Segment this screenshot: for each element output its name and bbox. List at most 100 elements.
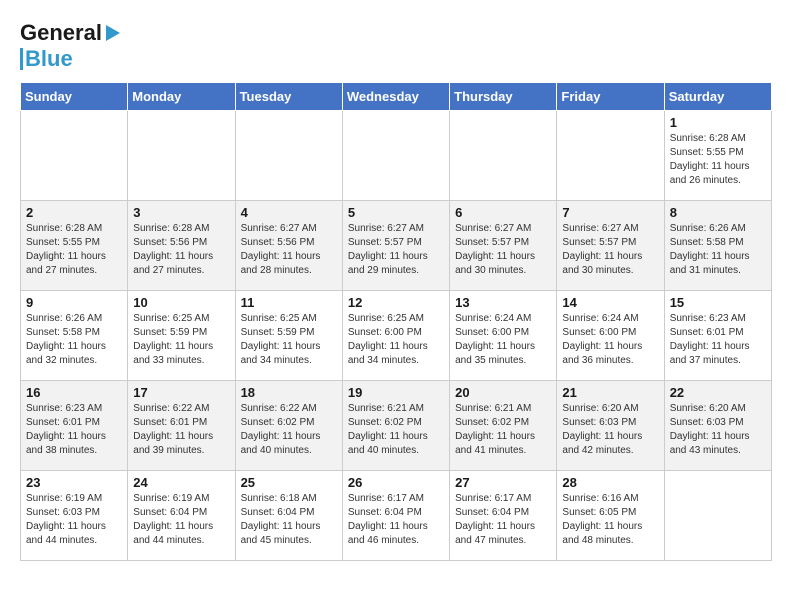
day-number: 1 (670, 115, 766, 130)
day-number: 10 (133, 295, 229, 310)
day-cell: 25Sunrise: 6:18 AM Sunset: 6:04 PM Dayli… (235, 471, 342, 561)
day-info: Sunrise: 6:19 AM Sunset: 6:04 PM Dayligh… (133, 492, 229, 548)
day-cell: 12 Sunrise: 6:25 AM Sunset: 6:00 PM Dayli… (342, 291, 449, 381)
day-cell: 5 Sunrise: 6:27 AM Sunset: 5:57 PM Daylig… (342, 201, 449, 291)
day-number: 8 (670, 205, 766, 220)
day-number: 9 (26, 295, 122, 310)
day-cell: 21Sunrise: 6:20 AM Sunset: 6:03 PM Dayli… (557, 381, 664, 471)
day-number: 6 (455, 205, 551, 220)
header-section: General Blue (20, 20, 772, 72)
day-cell: 8 Sunrise: 6:26 AM Sunset: 5:58 PM Daylig… (664, 201, 771, 291)
calendar-header-row: SundayMondayTuesdayWednesdayThursdayFrid… (21, 83, 772, 111)
day-info: Sunrise: 6:27 AM Sunset: 5:57 PM Dayligh… (348, 222, 444, 278)
day-number: 28 (562, 475, 658, 490)
day-cell: 14 Sunrise: 6:24 AM Sunset: 6:00 PM Dayli… (557, 291, 664, 381)
day-cell: 28 Sunrise: 6:16 AM Sunset: 6:05 PM Dayli… (557, 471, 664, 561)
day-info: Sunrise: 6:17 AM Sunset: 6:04 PM Dayligh… (348, 492, 444, 548)
day-cell: 16 Sunrise: 6:23 AM Sunset: 6:01 PM Dayli… (21, 381, 128, 471)
day-number: 3 (133, 205, 229, 220)
day-number: 11 (241, 295, 337, 310)
day-number: 21 (562, 385, 658, 400)
column-header-tuesday: Tuesday (235, 83, 342, 111)
logo: General Blue (20, 20, 122, 72)
day-number: 15 (670, 295, 766, 310)
logo-general-text: General (20, 20, 102, 46)
day-number: 14 (562, 295, 658, 310)
day-number: 17 (133, 385, 229, 400)
day-cell (342, 111, 449, 201)
week-row-2: 2 Sunrise: 6:28 AM Sunset: 5:55 PM Daylig… (21, 201, 772, 291)
day-cell: 26 Sunrise: 6:17 AM Sunset: 6:04 PM Dayli… (342, 471, 449, 561)
day-cell: 11 Sunrise: 6:25 AM Sunset: 5:59 PM Dayli… (235, 291, 342, 381)
column-header-wednesday: Wednesday (342, 83, 449, 111)
day-cell: 13 Sunrise: 6:24 AM Sunset: 6:00 PM Dayli… (450, 291, 557, 381)
day-info: Sunrise: 6:25 AM Sunset: 6:00 PM Dayligh… (348, 312, 444, 368)
day-cell: 2 Sunrise: 6:28 AM Sunset: 5:55 PM Daylig… (21, 201, 128, 291)
day-number: 16 (26, 385, 122, 400)
day-cell: 23 Sunrise: 6:19 AM Sunset: 6:03 PM Dayli… (21, 471, 128, 561)
day-cell: 17 Sunrise: 6:22 AM Sunset: 6:01 PM Dayli… (128, 381, 235, 471)
day-cell: 27Sunrise: 6:17 AM Sunset: 6:04 PM Dayli… (450, 471, 557, 561)
day-number: 13 (455, 295, 551, 310)
week-row-3: 9 Sunrise: 6:26 AM Sunset: 5:58 PM Daylig… (21, 291, 772, 381)
day-info: Sunrise: 6:23 AM Sunset: 6:01 PM Dayligh… (670, 312, 766, 368)
day-cell (128, 111, 235, 201)
day-cell: 24 Sunrise: 6:19 AM Sunset: 6:04 PM Dayli… (128, 471, 235, 561)
day-info: Sunrise: 6:22 AM Sunset: 6:01 PM Dayligh… (133, 402, 229, 458)
day-info: Sunrise: 6:27 AM Sunset: 5:56 PM Dayligh… (241, 222, 337, 278)
column-header-sunday: Sunday (21, 83, 128, 111)
day-info: Sunrise: 6:25 AM Sunset: 5:59 PM Dayligh… (241, 312, 337, 368)
day-info: Sunrise: 6:26 AM Sunset: 5:58 PM Dayligh… (26, 312, 122, 368)
day-info: Sunrise: 6:21 AM Sunset: 6:02 PM Dayligh… (455, 402, 551, 458)
day-number: 20 (455, 385, 551, 400)
day-cell: 3 Sunrise: 6:28 AM Sunset: 5:56 PM Daylig… (128, 201, 235, 291)
calendar-body: 1 Sunrise: 6:28 AM Sunset: 5:55 PM Daylig… (21, 111, 772, 561)
day-cell (557, 111, 664, 201)
day-number: 22 (670, 385, 766, 400)
day-cell (235, 111, 342, 201)
day-info: Sunrise: 6:27 AM Sunset: 5:57 PM Dayligh… (562, 222, 658, 278)
day-number: 19 (348, 385, 444, 400)
day-number: 2 (26, 205, 122, 220)
day-info: Sunrise: 6:24 AM Sunset: 6:00 PM Dayligh… (455, 312, 551, 368)
day-number: 23 (26, 475, 122, 490)
column-header-saturday: Saturday (664, 83, 771, 111)
day-info: Sunrise: 6:23 AM Sunset: 6:01 PM Dayligh… (26, 402, 122, 458)
day-cell (664, 471, 771, 561)
day-info: Sunrise: 6:17 AM Sunset: 6:04 PM Dayligh… (455, 492, 551, 548)
day-info: Sunrise: 6:25 AM Sunset: 5:59 PM Dayligh… (133, 312, 229, 368)
day-info: Sunrise: 6:19 AM Sunset: 6:03 PM Dayligh… (26, 492, 122, 548)
day-cell: 15 Sunrise: 6:23 AM Sunset: 6:01 PM Dayli… (664, 291, 771, 381)
column-header-thursday: Thursday (450, 83, 557, 111)
logo-blue-text: Blue (25, 46, 73, 72)
day-info: Sunrise: 6:28 AM Sunset: 5:56 PM Dayligh… (133, 222, 229, 278)
day-number: 7 (562, 205, 658, 220)
day-cell (450, 111, 557, 201)
day-cell (21, 111, 128, 201)
day-cell: 7 Sunrise: 6:27 AM Sunset: 5:57 PM Daylig… (557, 201, 664, 291)
day-info: Sunrise: 6:21 AM Sunset: 6:02 PM Dayligh… (348, 402, 444, 458)
day-info: Sunrise: 6:27 AM Sunset: 5:57 PM Dayligh… (455, 222, 551, 278)
day-number: 12 (348, 295, 444, 310)
day-info: Sunrise: 6:26 AM Sunset: 5:58 PM Dayligh… (670, 222, 766, 278)
day-info: Sunrise: 6:16 AM Sunset: 6:05 PM Dayligh… (562, 492, 658, 548)
day-cell: 10 Sunrise: 6:25 AM Sunset: 5:59 PM Dayli… (128, 291, 235, 381)
day-number: 26 (348, 475, 444, 490)
week-row-5: 23 Sunrise: 6:19 AM Sunset: 6:03 PM Dayli… (21, 471, 772, 561)
day-info: Sunrise: 6:28 AM Sunset: 5:55 PM Dayligh… (26, 222, 122, 278)
column-header-friday: Friday (557, 83, 664, 111)
day-number: 18 (241, 385, 337, 400)
day-cell: 4 Sunrise: 6:27 AM Sunset: 5:56 PM Daylig… (235, 201, 342, 291)
day-number: 24 (133, 475, 229, 490)
day-number: 4 (241, 205, 337, 220)
week-row-4: 16 Sunrise: 6:23 AM Sunset: 6:01 PM Dayli… (21, 381, 772, 471)
calendar-table: SundayMondayTuesdayWednesdayThursdayFrid… (20, 82, 772, 561)
column-header-monday: Monday (128, 83, 235, 111)
day-info: Sunrise: 6:24 AM Sunset: 6:00 PM Dayligh… (562, 312, 658, 368)
day-cell: 6 Sunrise: 6:27 AM Sunset: 5:57 PM Daylig… (450, 201, 557, 291)
day-cell: 1 Sunrise: 6:28 AM Sunset: 5:55 PM Daylig… (664, 111, 771, 201)
day-cell: 18Sunrise: 6:22 AM Sunset: 6:02 PM Dayli… (235, 381, 342, 471)
day-info: Sunrise: 6:28 AM Sunset: 5:55 PM Dayligh… (670, 132, 766, 188)
day-number: 25 (241, 475, 337, 490)
day-number: 5 (348, 205, 444, 220)
